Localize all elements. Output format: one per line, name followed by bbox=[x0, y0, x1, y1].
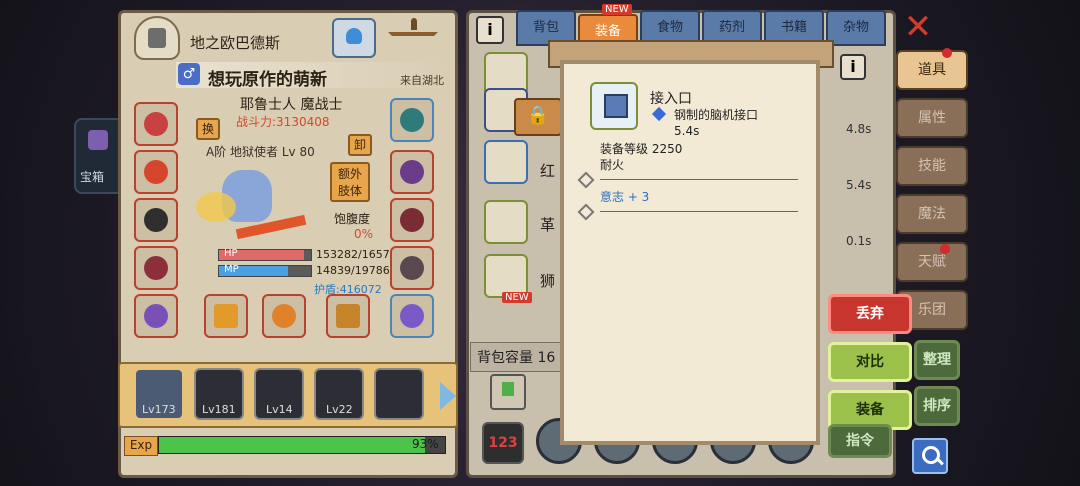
side-tab-label: 宝箱 bbox=[80, 170, 105, 184]
organize-button[interactable]: 整理 bbox=[914, 340, 960, 380]
popup-info-icon[interactable]: i bbox=[840, 54, 866, 80]
extra-limbs-button[interactable]: 额外肢体 bbox=[330, 162, 370, 202]
item-bonus: 意志 + 3 bbox=[600, 190, 650, 204]
hp-label: HP bbox=[224, 248, 238, 259]
party-level: Lv181 bbox=[202, 403, 236, 416]
side-menu-skills[interactable]: 技能 bbox=[896, 146, 968, 186]
command-button[interactable]: 指令 bbox=[828, 424, 892, 458]
equip-slot-neck[interactable] bbox=[134, 150, 178, 194]
notification-dot-icon bbox=[940, 244, 950, 254]
item-level: 装备等级 2250 bbox=[600, 142, 683, 156]
player-name: 想玩原作的萌新 bbox=[208, 70, 327, 90]
search-icon[interactable] bbox=[912, 438, 948, 474]
close-icon[interactable]: ✕ bbox=[900, 10, 936, 46]
lock-icon[interactable]: 🔒 bbox=[514, 98, 562, 136]
party-member-5[interactable] bbox=[374, 368, 424, 420]
equip-slot-chest[interactable] bbox=[134, 246, 178, 290]
party-member-2[interactable]: Lv181 bbox=[194, 368, 244, 420]
equip-slot-device[interactable] bbox=[390, 294, 434, 338]
sort-button[interactable]: 排序 bbox=[914, 386, 960, 426]
item-timer: 4.8s bbox=[846, 122, 872, 136]
equip-slot-back[interactable] bbox=[134, 198, 178, 242]
chest-icon bbox=[88, 130, 108, 150]
swap-button[interactable]: 换 bbox=[196, 118, 220, 140]
unload-button[interactable]: 卸 bbox=[348, 134, 372, 156]
satiety-value: 0% bbox=[354, 227, 374, 241]
mp-value: 14839/19786 bbox=[316, 264, 390, 277]
equip-slot-shield[interactable] bbox=[390, 98, 434, 142]
shield-value: 护盾:416072 bbox=[314, 283, 382, 296]
notification-dot-icon bbox=[942, 48, 952, 58]
exp-bar bbox=[158, 436, 446, 454]
item-subtype: 钢制的脑机接口 bbox=[674, 108, 759, 122]
power-label: 战斗力:3130408 bbox=[236, 115, 330, 129]
hanger-icon[interactable] bbox=[384, 18, 442, 58]
exp-value: 93% bbox=[412, 437, 439, 451]
gender-icon: ♂ bbox=[178, 63, 200, 85]
location-name: 地之欧巴德斯 bbox=[190, 34, 281, 52]
party-next-arrow-icon[interactable] bbox=[440, 382, 456, 410]
item-name: 红 bbox=[540, 162, 556, 180]
party-member-4[interactable]: Lv22 bbox=[314, 368, 364, 420]
mp-label: MP bbox=[224, 264, 239, 275]
side-tab-chest[interactable]: 宝箱 bbox=[74, 118, 120, 194]
party-member-3[interactable]: Lv14 bbox=[254, 368, 304, 420]
character-sprite bbox=[196, 150, 307, 250]
new-badge: NEW bbox=[602, 4, 632, 15]
class-name: 耶鲁士人 魔战士 bbox=[240, 97, 343, 113]
number-sort-icon[interactable]: 123 bbox=[482, 422, 524, 464]
side-menu-talent[interactable]: 天赋 bbox=[896, 242, 968, 282]
equip-slot-weapon-2[interactable] bbox=[262, 294, 306, 338]
discard-button[interactable]: 丢弃 bbox=[828, 294, 912, 334]
divider bbox=[600, 179, 798, 180]
equip-slot-head[interactable] bbox=[134, 102, 178, 146]
item-name: 革 bbox=[540, 216, 556, 234]
tab-misc[interactable]: 杂物 bbox=[826, 10, 886, 46]
satiety-label: 饱腹度 bbox=[334, 212, 371, 226]
equip-slot-ring-left[interactable] bbox=[134, 294, 178, 338]
divider bbox=[600, 211, 798, 212]
item-timer: 0.1s bbox=[846, 234, 872, 248]
equip-slot-weapon-1[interactable] bbox=[204, 294, 248, 338]
item-time: 5.4s bbox=[674, 124, 700, 138]
party-member-1[interactable]: Lv173 bbox=[134, 368, 184, 420]
location-emblem-icon bbox=[134, 16, 180, 60]
equip-slot-legs[interactable] bbox=[390, 246, 434, 290]
side-menu-items[interactable]: 道具 bbox=[896, 50, 968, 90]
equip-slot-weapon-3[interactable] bbox=[326, 294, 370, 338]
party-level: Lv173 bbox=[142, 403, 176, 416]
party-level: Lv22 bbox=[326, 403, 353, 416]
party-level: Lv14 bbox=[266, 403, 293, 416]
compare-button[interactable]: 对比 bbox=[828, 342, 912, 382]
side-menu-attributes[interactable]: 属性 bbox=[896, 98, 968, 138]
item-icon[interactable] bbox=[484, 200, 528, 244]
item-property: 耐火 bbox=[600, 158, 625, 172]
map-icon[interactable] bbox=[332, 18, 376, 58]
origin-label: 来自湖北 bbox=[400, 74, 444, 87]
exp-label: Exp bbox=[124, 436, 158, 456]
item-name: 狮 bbox=[540, 272, 556, 290]
side-menu-magic[interactable]: 魔法 bbox=[896, 194, 968, 234]
bag-capacity: 背包容量 16 bbox=[470, 342, 566, 372]
equip-slot-armor[interactable] bbox=[390, 198, 434, 242]
item-icon[interactable] bbox=[484, 140, 528, 184]
equip-slot-hand[interactable] bbox=[390, 150, 434, 194]
item-timer: 5.4s bbox=[846, 178, 872, 192]
item-detail-name: 接入口 bbox=[650, 91, 692, 107]
info-icon[interactable]: i bbox=[476, 16, 504, 44]
new-badge: NEW bbox=[502, 292, 532, 303]
hp-value: 153282/1657 bbox=[316, 248, 390, 261]
item-chip-icon bbox=[590, 82, 638, 130]
download-icon[interactable] bbox=[490, 374, 526, 410]
